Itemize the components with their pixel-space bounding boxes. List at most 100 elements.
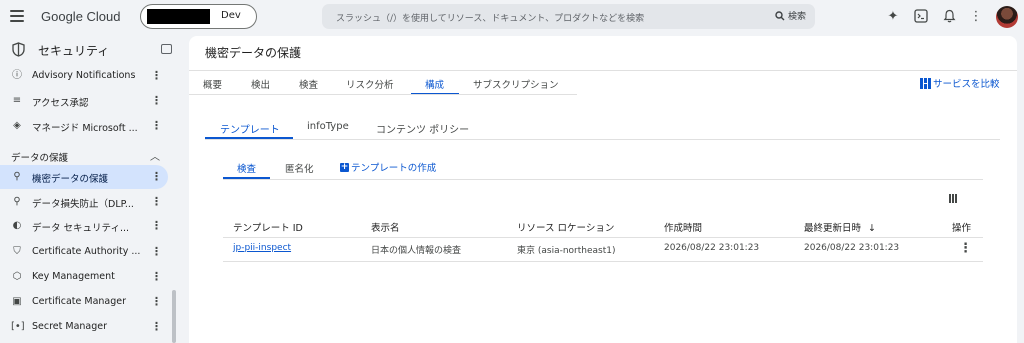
search-bar[interactable]: スラッシュ（/）を使用してリソース、ドキュメント、プロダクトなどを検索 検索 (322, 4, 815, 29)
top-bar: Google Cloud Dev スラッシュ（/）を使用してリソース、ドキュメン… (0, 0, 1024, 36)
sidebar-item-label: Certificate Authority ... (32, 246, 141, 257)
project-picker[interactable]: Dev (140, 4, 257, 29)
chevron-up-icon: ︿ (150, 152, 160, 163)
template-id-link[interactable]: jp-pii-inspect (233, 243, 291, 253)
sidebar-section-data-protection[interactable]: データの保護 ︿ (0, 146, 168, 166)
tab-discovery[interactable]: 検出 (251, 77, 270, 91)
tab-overview[interactable]: 概要 (203, 77, 222, 91)
more-vert-icon[interactable]: ⋮ (151, 195, 162, 208)
sidebar-item-label: Key Management (32, 271, 115, 282)
sidebar-item-label: データ セキュリティ... (32, 223, 130, 234)
sidebar-item-access-approval[interactable]: ≡ アクセス承認 ⋮ (0, 89, 168, 113)
gemini-sparkle-icon[interactable]: ✦ (885, 9, 901, 25)
sidebar-item-label: Advisory Notifications (32, 70, 136, 81)
sidebar-item-advisory-notifications[interactable]: ⓘ Advisory Notifications ⋮ (0, 64, 168, 88)
tab-templates[interactable]: テンプレート (220, 121, 280, 136)
column-header-created: 作成時間 (664, 223, 703, 234)
sidebar-item-secret-manager[interactable]: [•] Secret Manager ⋮ (0, 315, 168, 339)
page-title: 機密データの保護 (205, 46, 302, 60)
redacted-project-name (147, 9, 210, 24)
sidebar-item-certificate-authority[interactable]: ⛉ Certificate Authority ... ⋮ (0, 240, 168, 264)
sensitive-data-icon: ⚲ (13, 171, 21, 182)
more-vert-icon[interactable]: ⋮ (151, 219, 162, 232)
updated-cell: 2026/08/22 23:01:23 (804, 243, 900, 253)
sidebar-item-managed-microsoft-ad[interactable]: ◈ マネージド Microsoft ... ⋮ (0, 114, 168, 138)
sidebar-section-label: データの保護 (11, 153, 69, 164)
tab-subscription[interactable]: サブスクリプション (473, 77, 559, 91)
tab-content-policy[interactable]: コンテンツ ポリシー (376, 121, 469, 136)
shield-alert-icon: ⓘ (12, 70, 22, 81)
tab-inspect-templates[interactable]: 検査 (237, 161, 256, 175)
tab-infotype[interactable]: infoType (307, 121, 349, 132)
more-vert-icon[interactable]: ⋮ (151, 94, 162, 107)
tab-inspection[interactable]: 検査 (299, 77, 318, 91)
column-header-updated-label: 最終更新日時 (804, 223, 862, 234)
sidebar-item-label: アクセス承認 (32, 98, 89, 109)
dlp-icon: ⚲ (13, 196, 21, 207)
secret-icon: [•] (11, 321, 25, 332)
sidebar-item-label: Certificate Manager (32, 296, 127, 307)
location-cell: 東京 (asia-northeast1) (517, 246, 616, 256)
column-display-options-icon[interactable] (949, 194, 958, 203)
more-vert-icon[interactable]: ⋮ (151, 245, 162, 258)
shield-icon (12, 42, 25, 57)
create-template-label: テンプレートの作成 (351, 163, 437, 174)
search-placeholder: スラッシュ（/）を使用してリソース、ドキュメント、プロダクトなどを検索 (336, 14, 645, 24)
tab-risk-analysis[interactable]: リスク分析 (346, 77, 394, 91)
tab-configuration[interactable]: 構成 (425, 77, 444, 91)
template-type-tabs: 検査 匿名化 + テンプレートの作成 (223, 156, 983, 180)
sidebar-header: セキュリティ (0, 36, 181, 64)
more-vert-icon[interactable]: ⋮ (151, 119, 162, 132)
microsoft-ad-icon: ◈ (13, 120, 21, 131)
compare-grid-icon (920, 77, 931, 89)
column-header-updated[interactable]: 最終更新日時 ↓ (804, 220, 876, 234)
google-cloud-logo[interactable]: Google Cloud (41, 9, 121, 24)
sidebar-item-sensitive-data-protection[interactable]: ⚲ 機密データの保護 ⋮ (0, 165, 168, 189)
column-header-actions: 操作 (952, 223, 972, 234)
menu-icon[interactable] (10, 10, 24, 22)
column-header-display-name: 表示名 (371, 223, 400, 234)
sidebar-item-label: Secret Manager (32, 321, 108, 332)
more-vert-icon[interactable]: ⋮ (151, 170, 162, 183)
search-icon (775, 10, 785, 20)
cloud-shell-icon[interactable] (913, 9, 929, 25)
table-header: テンプレート ID 表示名 リソース ロケーション 作成時間 最終更新日時 ↓ … (223, 214, 983, 238)
sidebar-item-dlp[interactable]: ⚲ データ損失防止（DLP... ⋮ (0, 190, 168, 214)
add-icon: + (340, 161, 349, 172)
compare-services-link[interactable]: サービスを比較 (920, 76, 1000, 90)
sidebar-title: セキュリティ (38, 44, 110, 58)
search-button-label: 検索 (787, 12, 806, 22)
sidebar-item-label: マネージド Microsoft ... (32, 123, 138, 134)
more-vert-icon[interactable]: ⋮ (151, 295, 162, 308)
column-header-location: リソース ロケーション (517, 223, 615, 234)
notifications-bell-icon[interactable] (941, 9, 957, 25)
tab-deidentify-templates[interactable]: 匿名化 (285, 161, 314, 175)
created-cell: 2026/08/22 23:01:23 (664, 243, 760, 253)
certificate-icon: ▣ (12, 296, 22, 307)
search-button[interactable]: 検索 (775, 9, 806, 22)
avatar[interactable] (996, 6, 1018, 28)
sidebar-item-data-security[interactable]: ◐ データ セキュリティ... ⋮ (0, 214, 168, 238)
primary-tabs: 概要 検出 検査 リスク分析 構成 サブスクリプション (189, 70, 1017, 95)
sort-descending-icon[interactable]: ↓ (868, 223, 876, 234)
access-approval-icon: ≡ (12, 95, 22, 106)
row-actions-more-icon[interactable]: ⋮ (959, 241, 972, 256)
compare-services-label: サービスを比較 (933, 79, 1000, 90)
more-vert-icon[interactable]: ⋮ (151, 270, 162, 283)
more-vert-icon[interactable]: ⋮ (151, 320, 162, 333)
certificate-authority-icon: ⛉ (13, 246, 21, 257)
sidebar-scrollbar[interactable] (172, 290, 176, 343)
more-vert-icon[interactable]: ⋮ (968, 9, 984, 25)
config-subtabs: テンプレート infoType コンテンツ ポリシー (205, 116, 1000, 140)
sidebar: セキュリティ ⓘ Advisory Notifications ⋮ ≡ アクセス… (0, 36, 181, 343)
data-security-icon: ◐ (12, 220, 22, 231)
collapse-sidebar-icon[interactable] (161, 44, 172, 54)
create-template-button[interactable]: + テンプレートの作成 (340, 160, 436, 174)
more-vert-icon[interactable]: ⋮ (151, 69, 162, 82)
sidebar-item-label: 機密データの保護 (32, 174, 109, 185)
sidebar-item-certificate-manager[interactable]: ▣ Certificate Manager ⋮ (0, 290, 168, 314)
sidebar-item-key-management[interactable]: ⬡ Key Management ⋮ (0, 265, 168, 289)
sidebar-item-label: データ損失防止（DLP... (32, 199, 134, 210)
display-name-cell: 日本の個人情報の検査 (371, 246, 462, 256)
project-env-label: Dev (221, 10, 241, 21)
